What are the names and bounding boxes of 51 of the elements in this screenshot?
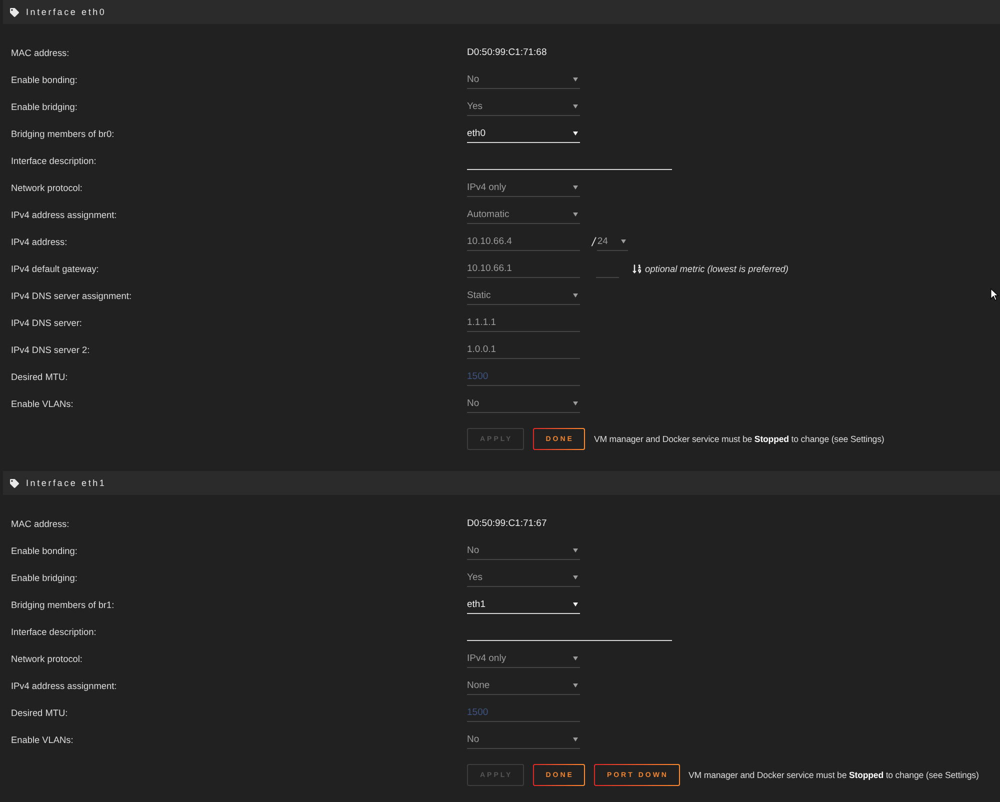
- field-label: IPv4 DNS server assignment:: [11, 290, 132, 300]
- field-label: Enable bridging:: [11, 102, 78, 112]
- field-label: IPv4 address assignment:: [11, 210, 117, 220]
- field-label: Desired MTU:: [11, 372, 68, 382]
- section-title: Interface eth0: [26, 7, 106, 17]
- mouse-pointer-icon: [990, 288, 999, 301]
- field-label: Enable bonding:: [11, 74, 78, 84]
- field-label: Enable VLANs:: [11, 734, 74, 744]
- field-label: IPv4 address:: [11, 236, 68, 246]
- field-label: MAC address:: [11, 48, 70, 58]
- field-label: IPv4 DNS server:: [11, 318, 82, 328]
- field-label: Interface description:: [11, 626, 96, 636]
- field-label: MAC address:: [11, 518, 70, 528]
- slash-separator: /: [592, 234, 596, 248]
- field-label: IPv4 address assignment:: [11, 680, 117, 690]
- field-label: Enable VLANs:: [11, 398, 74, 408]
- caret-icon: [573, 184, 578, 190]
- field-label: IPv4 default gateway:: [11, 264, 99, 274]
- caret-icon: [573, 212, 578, 216]
- caret-icon: [573, 602, 578, 606]
- tag-icon: [10, 478, 19, 488]
- mac-address-value: D0:50:99:C1:71:68: [467, 47, 547, 58]
- field-label: Enable bridging:: [11, 572, 78, 582]
- caret-icon: [573, 292, 578, 298]
- sort-numeric-icon: [632, 264, 642, 274]
- caret-icon: [573, 400, 578, 406]
- field-label: Desired MTU:: [11, 708, 68, 718]
- dropdown-select[interactable]: eth0: [467, 124, 580, 142]
- field-label: Enable bonding:: [11, 546, 78, 556]
- field-label: Network protocol:: [11, 654, 82, 664]
- caret-icon: [573, 130, 578, 136]
- field-label: IPv4 DNS server 2:: [11, 344, 90, 354]
- metric-hint: optional metric (lowest is preferred): [645, 264, 788, 274]
- caret-icon: [573, 682, 578, 688]
- field-label: Interface description:: [11, 156, 96, 166]
- caret-icon: [573, 574, 578, 580]
- section-title: Interface eth1: [26, 478, 106, 488]
- notice-text: VM manager and Docker service must be Stopped to change (see Settings): [594, 434, 884, 444]
- caret-icon: [573, 656, 578, 660]
- caret-icon: [573, 76, 578, 82]
- mac-address-value: D0:50:99:C1:71:67: [467, 518, 547, 529]
- notice-text: VM manager and Docker service must be Stopped to change (see Settings): [688, 770, 979, 780]
- field-label: Bridging members of br0:: [11, 128, 114, 138]
- tag-icon: [10, 8, 19, 16]
- caret-icon: [621, 238, 626, 244]
- caret-icon: [573, 104, 578, 108]
- dropdown-select[interactable]: eth1: [467, 596, 580, 614]
- field-label: Network protocol:: [11, 182, 82, 192]
- caret-icon: [573, 736, 578, 742]
- field-label: Bridging members of br1:: [11, 600, 114, 610]
- caret-icon: [573, 548, 578, 552]
